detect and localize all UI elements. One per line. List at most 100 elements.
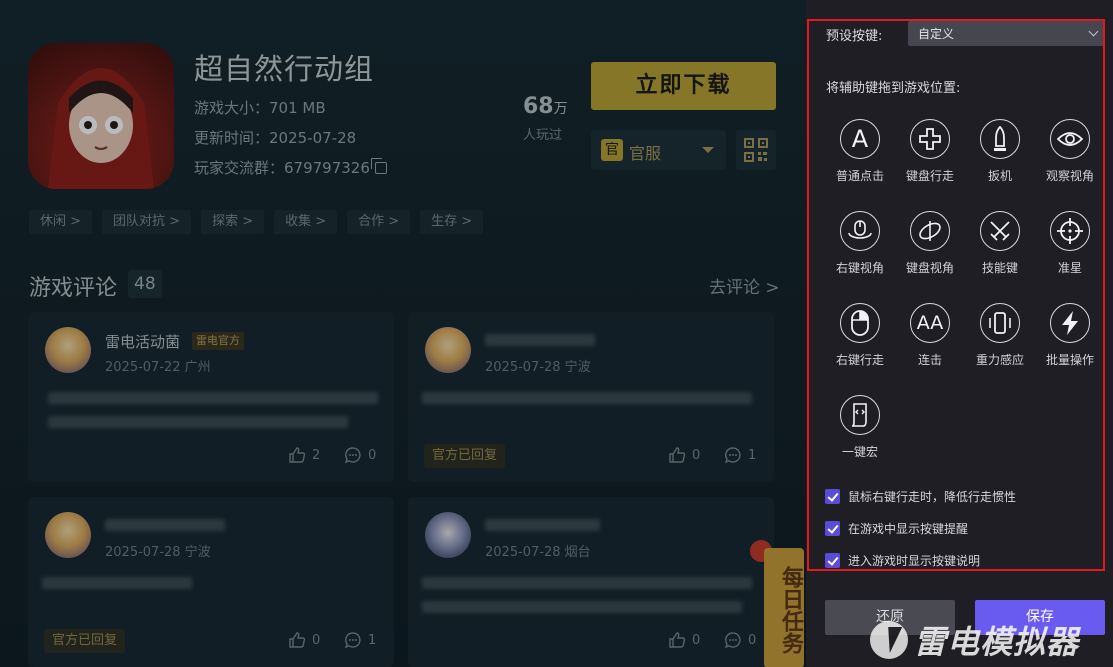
blurred-author bbox=[105, 519, 225, 531]
key-macro[interactable]: 一键宏 bbox=[826, 395, 894, 460]
letter-a-icon: A bbox=[840, 119, 880, 159]
phone-tilt-icon bbox=[980, 303, 1020, 343]
option-show-key-hints[interactable]: 在游戏中显示按键提醒 bbox=[825, 520, 968, 537]
thumbs-up-icon bbox=[289, 632, 306, 648]
key-label: 连击 bbox=[917, 353, 942, 367]
player-group: 玩家交流群：679797326 bbox=[194, 157, 387, 178]
review-card[interactable]: 2025-07-28 烟台 0 0 bbox=[408, 497, 774, 667]
key-right-mouse-view[interactable]: 右键视角 bbox=[826, 211, 894, 276]
avatar[interactable] bbox=[45, 327, 91, 373]
comment-count: 1 bbox=[368, 632, 377, 648]
players-count-unit: 万 bbox=[553, 101, 568, 117]
mouse-icon bbox=[840, 303, 880, 343]
review-author[interactable]: 雷电活动菌 bbox=[105, 331, 180, 352]
checkbox-checked[interactable] bbox=[825, 553, 840, 568]
qr-code-button[interactable] bbox=[736, 130, 776, 170]
game-title: 超自然行动组 bbox=[194, 52, 375, 86]
key-keyboard-view[interactable]: 键盘视角 bbox=[896, 211, 964, 276]
download-button[interactable]: 立即下载 bbox=[591, 62, 776, 110]
official-server-badge: 官 bbox=[601, 139, 623, 161]
tag-survival[interactable]: 生存 > bbox=[420, 210, 484, 234]
save-button[interactable]: 保存 bbox=[975, 600, 1105, 635]
script-icon bbox=[840, 395, 880, 435]
like-count: 0 bbox=[692, 632, 701, 648]
comment-bubble-icon bbox=[724, 447, 741, 464]
comment-stat[interactable]: 1 bbox=[344, 631, 376, 649]
review-date: 2025-07-28 烟台 bbox=[485, 545, 591, 560]
key-keyboard-walk[interactable]: 键盘行走 bbox=[896, 119, 964, 184]
avatar[interactable] bbox=[425, 512, 471, 558]
double-a-icon: AA bbox=[910, 303, 950, 343]
like-stat[interactable]: 0 bbox=[668, 631, 700, 649]
comment-stat[interactable]: 1 bbox=[724, 446, 756, 464]
key-trigger[interactable]: 扳机 bbox=[966, 119, 1034, 184]
comment-count: 0 bbox=[368, 447, 377, 463]
like-count: 0 bbox=[312, 632, 321, 648]
review-card[interactable]: 2025-07-28 宁波 官方已回复 0 1 bbox=[28, 497, 394, 667]
crossed-swords-icon bbox=[980, 211, 1020, 251]
review-date: 2025-07-28 宁波 bbox=[105, 545, 211, 560]
option-label: 鼠标右键行走时，降低行走惯性 bbox=[848, 490, 1017, 504]
checkbox-checked[interactable] bbox=[825, 521, 840, 536]
comment-bubble-icon bbox=[344, 632, 361, 649]
checkbox-checked[interactable] bbox=[825, 489, 840, 504]
game-detail-page: 超自然行动组 游戏大小：701 MB 更新时间：2025-07-28 玩家交流群… bbox=[0, 0, 806, 667]
tag-coop[interactable]: 合作 > bbox=[347, 210, 411, 234]
option-reduce-inertia[interactable]: 鼠标右键行走时，降低行走惯性 bbox=[825, 488, 1016, 505]
avatar[interactable] bbox=[425, 327, 471, 373]
tag-collect[interactable]: 收集 > bbox=[274, 210, 338, 234]
game-size: 游戏大小：701 MB bbox=[194, 99, 326, 117]
option-show-key-guide[interactable]: 进入游戏时显示按键说明 bbox=[825, 552, 980, 569]
key-crosshair[interactable]: 准星 bbox=[1036, 211, 1104, 276]
players-label: 人玩过 bbox=[523, 128, 563, 143]
like-stat[interactable]: 0 bbox=[288, 631, 320, 649]
reviews-count: 48 bbox=[128, 270, 162, 298]
key-tap[interactable]: A 普通点击 bbox=[826, 119, 894, 184]
key-batch[interactable]: 批量操作 bbox=[1036, 303, 1104, 368]
review-date: 2025-07-28 宁波 bbox=[485, 360, 591, 375]
blurred-author bbox=[485, 334, 595, 346]
daily-task-label: 每日任务 bbox=[764, 548, 804, 667]
review-card[interactable]: 2025-07-28 宁波 官方已回复 0 1 bbox=[408, 312, 774, 482]
comment-bubble-icon bbox=[724, 632, 741, 649]
tag-leisure[interactable]: 休闲 > bbox=[29, 210, 93, 234]
option-label: 在游戏中显示按键提醒 bbox=[848, 522, 969, 536]
like-stat[interactable]: 2 bbox=[288, 446, 320, 464]
key-label: 一键宏 bbox=[841, 445, 878, 459]
official-replied-badge: 官方已回复 bbox=[424, 444, 506, 468]
server-select[interactable]: 官 官服 bbox=[591, 130, 726, 170]
reviews-title: 游戏评论 bbox=[29, 276, 118, 301]
official-badge: 雷电官方 bbox=[192, 332, 244, 350]
reset-button[interactable]: 还原 bbox=[825, 600, 955, 635]
blurred-text bbox=[48, 392, 378, 404]
official-replied-badge: 官方已回复 bbox=[44, 629, 126, 653]
chevron-down-icon bbox=[1088, 26, 1099, 37]
preset-label: 预设按键: bbox=[826, 29, 883, 44]
review-card[interactable]: 雷电活动菌 雷电官方 2025-07-22 广州 2 0 bbox=[28, 312, 394, 482]
key-observe-view[interactable]: 观察视角 bbox=[1036, 119, 1104, 184]
blurred-text bbox=[422, 577, 752, 589]
key-gravity[interactable]: 重力感应 bbox=[966, 303, 1034, 368]
blurred-text bbox=[48, 416, 348, 428]
key-right-mouse-walk[interactable]: 右键行走 bbox=[826, 303, 894, 368]
comment-stat[interactable]: 0 bbox=[344, 446, 376, 464]
crosshair-icon bbox=[1050, 211, 1090, 251]
preset-value: 自定义 bbox=[918, 27, 955, 41]
players-count: 68万 bbox=[523, 94, 568, 119]
avatar[interactable] bbox=[45, 512, 91, 558]
go-review-link[interactable]: 去评论 > bbox=[709, 273, 780, 298]
thumbs-up-icon bbox=[289, 447, 306, 463]
key-label: 准星 bbox=[1057, 261, 1082, 275]
daily-task-widget[interactable]: 每日任务 bbox=[750, 540, 806, 667]
key-combo[interactable]: AA 连击 bbox=[896, 303, 964, 368]
key-label: 右键视角 bbox=[835, 261, 884, 275]
like-stat[interactable]: 0 bbox=[668, 446, 700, 464]
game-tags: 休闲 > 团队对抗 > 探索 > 收集 > 合作 > 生存 > bbox=[29, 210, 484, 234]
copy-icon[interactable] bbox=[370, 158, 387, 174]
preset-select[interactable]: 自定义 bbox=[908, 21, 1105, 46]
tag-explore[interactable]: 探索 > bbox=[201, 210, 265, 234]
key-skill[interactable]: 技能键 bbox=[966, 211, 1034, 276]
qr-code-icon bbox=[744, 138, 768, 162]
key-label: 重力感应 bbox=[975, 353, 1024, 367]
tag-team-battle[interactable]: 团队对抗 > bbox=[102, 210, 192, 234]
